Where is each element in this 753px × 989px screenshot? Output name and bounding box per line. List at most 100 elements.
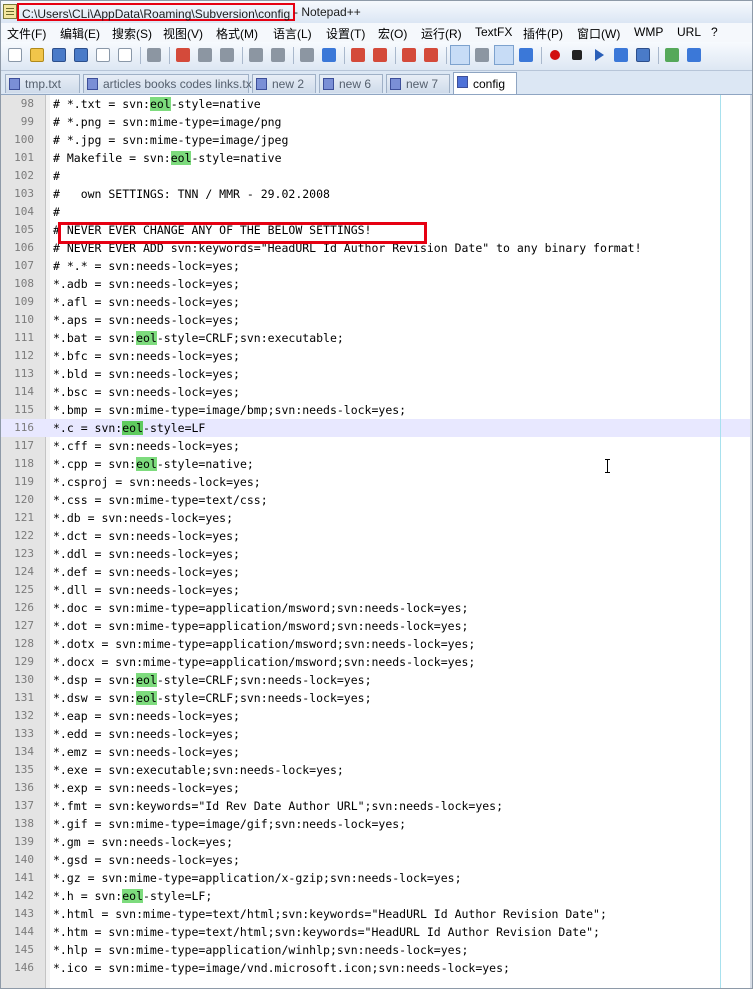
line-text[interactable]: *.dot = svn:mime-type=application/msword… xyxy=(53,617,468,635)
code-line[interactable]: 127 *.dot = svn:mime-type=application/msw… xyxy=(1,617,752,635)
code-line[interactable]: 145 *.hlp = svn:mime-type=application/win… xyxy=(1,941,752,959)
code-line[interactable]: 118 *.cpp = svn:eol-style=native; xyxy=(1,455,752,473)
record-macro-icon[interactable] xyxy=(545,45,565,65)
line-text[interactable]: *.aps = svn:needs-lock=yes; xyxy=(53,311,240,329)
code-line[interactable]: 143 *.html = svn:mime-type=text/html;svn:… xyxy=(1,905,752,923)
code-line[interactable]: 119 *.csproj = svn:needs-lock=yes; xyxy=(1,473,752,491)
menu-macro[interactable]: 宏(O) xyxy=(378,25,407,42)
code-line[interactable]: 116 *.c = svn:eol-style=LF xyxy=(1,419,752,437)
line-text[interactable]: *.exp = svn:needs-lock=yes; xyxy=(53,779,240,797)
code-line[interactable]: 114 *.bsc = svn:needs-lock=yes; xyxy=(1,383,752,401)
line-text[interactable]: *.dsp = svn:eol-style=CRLF;svn:needs-loc… xyxy=(53,671,372,689)
code-line[interactable]: 108 *.adb = svn:needs-lock=yes; xyxy=(1,275,752,293)
line-text[interactable]: *.gif = svn:mime-type=image/gif;svn:need… xyxy=(53,815,406,833)
code-line[interactable]: 101 # Makefile = svn:eol-style=native xyxy=(1,149,752,167)
play-macro-icon[interactable] xyxy=(589,45,609,65)
line-text[interactable]: *.h = svn:eol-style=LF; xyxy=(53,887,212,905)
line-text[interactable]: *.dct = svn:needs-lock=yes; xyxy=(53,527,240,545)
line-text[interactable]: *.cff = svn:needs-lock=yes; xyxy=(53,437,240,455)
paste-icon[interactable] xyxy=(217,45,237,65)
menu-run[interactable]: 运行(R) xyxy=(421,25,462,42)
menu-format[interactable]: 格式(M) xyxy=(216,25,258,42)
line-text[interactable]: *.emz = svn:needs-lock=yes; xyxy=(53,743,240,761)
code-line[interactable]: 102 # xyxy=(1,167,752,185)
text-editor[interactable]: 98 # *.txt = svn:eol-style=native 99 # *.pn… xyxy=(1,95,752,988)
code-line[interactable]: 137 *.fmt = svn:keywords="Id Rev Date Aut… xyxy=(1,797,752,815)
find-icon[interactable] xyxy=(297,45,317,65)
code-line[interactable]: 130 *.dsp = svn:eol-style=CRLF;svn:needs-… xyxy=(1,671,752,689)
menu-search[interactable]: 搜索(S) xyxy=(112,25,152,42)
code-line[interactable]: 140 *.gsd = svn:needs-lock=yes; xyxy=(1,851,752,869)
code-line[interactable]: 110 *.aps = svn:needs-lock=yes; xyxy=(1,311,752,329)
run-macro-multiple-icon[interactable] xyxy=(611,45,631,65)
zoom-out-icon[interactable] xyxy=(370,45,390,65)
code-lines[interactable]: 98 # *.txt = svn:eol-style=native 99 # *.pn… xyxy=(1,95,752,977)
code-line[interactable]: 104 # xyxy=(1,203,752,221)
line-text[interactable]: *.fmt = svn:keywords="Id Rev Date Author… xyxy=(53,797,503,815)
menu-edit[interactable]: 编辑(E) xyxy=(60,25,100,42)
code-line[interactable]: 128 *.dotx = svn:mime-type=application/ms… xyxy=(1,635,752,653)
code-line[interactable]: 144 *.htm = svn:mime-type=text/html;svn:k… xyxy=(1,923,752,941)
line-text[interactable]: *.csproj = svn:needs-lock=yes; xyxy=(53,473,261,491)
save-all-icon[interactable] xyxy=(71,45,91,65)
close-icon[interactable] xyxy=(93,45,113,65)
code-line[interactable]: 113 *.bld = svn:needs-lock=yes; xyxy=(1,365,752,383)
line-text[interactable]: *.exe = svn:executable;svn:needs-lock=ye… xyxy=(53,761,344,779)
code-line[interactable]: 115 *.bmp = svn:mime-type=image/bmp;svn:n… xyxy=(1,401,752,419)
undo-icon[interactable] xyxy=(246,45,266,65)
line-text[interactable]: *.gsd = svn:needs-lock=yes; xyxy=(53,851,240,869)
line-text[interactable]: # *.jpg = svn:mime-type=image/jpeg xyxy=(53,131,288,149)
line-text[interactable]: # *.* = svn:needs-lock=yes; xyxy=(53,257,240,275)
line-text[interactable]: *.bld = svn:needs-lock=yes; xyxy=(53,365,240,383)
zoom-in-icon[interactable] xyxy=(348,45,368,65)
line-text[interactable]: *.doc = svn:mime-type=application/msword… xyxy=(53,599,468,617)
line-text[interactable]: *.gm = svn:needs-lock=yes; xyxy=(53,833,233,851)
tab-new-6[interactable]: new 6 xyxy=(319,74,383,93)
code-line[interactable]: 136 *.exp = svn:needs-lock=yes; xyxy=(1,779,752,797)
notepadpp-app-icon[interactable] xyxy=(3,4,17,19)
code-line[interactable]: 117 *.cff = svn:needs-lock=yes; xyxy=(1,437,752,455)
code-line[interactable]: 98 # *.txt = svn:eol-style=native xyxy=(1,95,752,113)
menu-help[interactable]: ? xyxy=(711,25,718,39)
code-line[interactable]: 134 *.emz = svn:needs-lock=yes; xyxy=(1,743,752,761)
show-all-chars-icon[interactable] xyxy=(472,45,492,65)
line-text[interactable]: *.htm = svn:mime-type=text/html;svn:keyw… xyxy=(53,923,600,941)
sync-vertical-icon[interactable] xyxy=(399,45,419,65)
code-line[interactable]: 126 *.doc = svn:mime-type=application/msw… xyxy=(1,599,752,617)
code-line[interactable]: 103 # own SETTINGS: TNN / MMR - 29.02.200… xyxy=(1,185,752,203)
line-text[interactable]: *.dll = svn:needs-lock=yes; xyxy=(53,581,240,599)
line-text[interactable]: *.ddl = svn:needs-lock=yes; xyxy=(53,545,240,563)
new-file-icon[interactable] xyxy=(5,45,25,65)
url-icon[interactable] xyxy=(684,45,704,65)
tab-new-7[interactable]: new 7 xyxy=(386,74,450,93)
code-line[interactable]: 133 *.edd = svn:needs-lock=yes; xyxy=(1,725,752,743)
code-line[interactable]: 112 *.bfc = svn:needs-lock=yes; xyxy=(1,347,752,365)
line-text[interactable]: *.cpp = svn:eol-style=native; xyxy=(53,455,254,473)
line-text[interactable]: *.eap = svn:needs-lock=yes; xyxy=(53,707,240,725)
code-line[interactable]: 124 *.def = svn:needs-lock=yes; xyxy=(1,563,752,581)
copy-icon[interactable] xyxy=(195,45,215,65)
line-text[interactable]: # *.txt = svn:eol-style=native xyxy=(53,95,261,113)
replace-icon[interactable] xyxy=(319,45,339,65)
line-text[interactable]: *.css = svn:mime-type=text/css; xyxy=(53,491,268,509)
code-line[interactable]: 100 # *.jpg = svn:mime-type=image/jpeg xyxy=(1,131,752,149)
cut-icon[interactable] xyxy=(173,45,193,65)
code-line[interactable]: 121 *.db = svn:needs-lock=yes; xyxy=(1,509,752,527)
line-text[interactable]: *.edd = svn:needs-lock=yes; xyxy=(53,725,240,743)
print-icon[interactable] xyxy=(144,45,164,65)
code-line[interactable]: 107 # *.* = svn:needs-lock=yes; xyxy=(1,257,752,275)
code-line[interactable]: 129 *.docx = svn:mime-type=application/ms… xyxy=(1,653,752,671)
code-line[interactable]: 131 *.dsw = svn:eol-style=CRLF;svn:needs-… xyxy=(1,689,752,707)
close-all-icon[interactable] xyxy=(115,45,135,65)
menu-wmp[interactable]: WMP xyxy=(634,25,663,39)
line-text[interactable]: # Makefile = svn:eol-style=native xyxy=(53,149,282,167)
line-text[interactable]: *.dsw = svn:eol-style=CRLF;svn:needs-loc… xyxy=(53,689,372,707)
user-lang-icon[interactable] xyxy=(516,45,536,65)
sync-horizontal-icon[interactable] xyxy=(421,45,441,65)
save-icon[interactable] xyxy=(49,45,69,65)
line-text[interactable]: # xyxy=(53,203,60,221)
code-line[interactable]: 122 *.dct = svn:needs-lock=yes; xyxy=(1,527,752,545)
menu-plugins[interactable]: 插件(P) xyxy=(523,25,563,42)
code-line[interactable]: 109 *.afl = svn:needs-lock=yes; xyxy=(1,293,752,311)
word-wrap-icon[interactable] xyxy=(450,45,470,65)
